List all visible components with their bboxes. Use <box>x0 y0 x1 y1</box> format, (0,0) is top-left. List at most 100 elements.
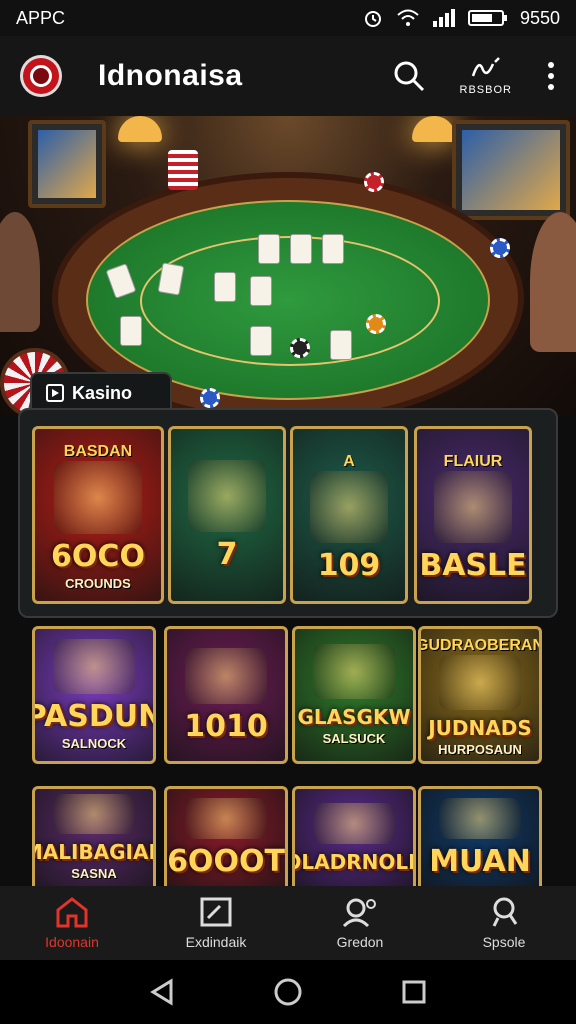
player-figure <box>530 212 576 352</box>
chip-icon <box>366 314 386 334</box>
card-icon <box>250 276 272 306</box>
featured-game-tile[interactable]: FLAIUR BASLE <box>414 426 532 604</box>
wifi-icon <box>397 9 419 26</box>
nav-spsole-label: Spsole <box>482 934 526 950</box>
nav-home[interactable]: Idoonain <box>0 886 144 960</box>
nav-gredon-label: Gredon <box>336 934 384 950</box>
app-title: Idnonaisa <box>98 59 243 92</box>
lamp-decor <box>118 116 162 142</box>
hero-casino-image <box>0 116 576 416</box>
card-icon <box>322 234 344 264</box>
tile-top-label: GUDRAOBERAN <box>418 636 542 654</box>
featured-game-tile[interactable]: BASDAN 6OCO CROUNDS <box>32 426 164 604</box>
system-navigation <box>0 960 576 1024</box>
game-tile[interactable]: PASDUNSALNOCK <box>32 626 156 764</box>
tile-subtitle: HURPOSAUN <box>438 742 522 758</box>
tile-title: 6OCO <box>51 538 145 574</box>
slot-machine-screen <box>28 120 106 208</box>
tile-title: 6OOOT <box>167 843 285 879</box>
game-artwork <box>52 638 136 695</box>
tile-top-label: A <box>343 452 355 470</box>
card-icon <box>258 234 280 264</box>
tile-subtitle: CROUNDS <box>65 575 131 591</box>
status-bar: APPC 9550 <box>0 0 576 36</box>
tile-title: 1010 <box>184 708 268 744</box>
slot-machine-screen <box>452 120 570 220</box>
brand-label: RBSBOR <box>459 84 512 96</box>
tile-title: 7 <box>216 537 238 573</box>
tile-top-label: BASDAN <box>63 443 133 461</box>
game-artwork <box>184 798 268 839</box>
chip-icon <box>490 238 510 258</box>
featured-game-tile[interactable]: A 109 <box>290 426 408 604</box>
game-artwork <box>312 803 396 844</box>
search-user-icon <box>492 897 518 927</box>
game-tile[interactable]: 1010 <box>164 626 288 764</box>
game-tile[interactable]: 6OOOT <box>164 786 288 886</box>
tile-top-label: FLAIUR <box>443 452 503 470</box>
user-search-icon <box>342 898 376 928</box>
status-time: 9550 <box>519 7 560 28</box>
game-tile[interactable]: MALIBAGIANSASNA <box>32 786 156 886</box>
play-icon <box>46 384 64 402</box>
chip-icon <box>364 172 384 192</box>
tile-title: MALIBAGIAN <box>35 840 153 865</box>
game-artwork <box>52 793 136 835</box>
tile-subtitle: SALNOCK <box>61 736 127 752</box>
nav-spsole[interactable]: Spsole <box>432 886 576 960</box>
game-artwork <box>438 654 522 711</box>
recents-icon[interactable] <box>401 979 427 1005</box>
tile-subtitle: SALSUCK <box>322 731 386 747</box>
nav-exdindaik[interactable]: Exdindaik <box>144 886 288 960</box>
game-tile[interactable]: OLADRNOLK <box>292 786 416 886</box>
featured-game-tile[interactable]: 7 <box>168 426 286 604</box>
more-button[interactable] <box>546 61 556 91</box>
game-artwork <box>312 643 396 700</box>
chip-icon <box>200 388 220 408</box>
player-figure <box>0 212 40 332</box>
tile-title: BASLE <box>419 548 527 584</box>
brand-button[interactable]: RBSBOR <box>460 56 512 96</box>
game-tile[interactable]: MUAN <box>418 786 542 886</box>
tile-title: OLADRNOLK <box>295 849 416 874</box>
nav-home-label: Idoonain <box>45 934 99 950</box>
game-artwork <box>187 459 267 533</box>
checkbox-icon <box>200 897 232 927</box>
search-button[interactable] <box>392 59 426 93</box>
game-artwork <box>184 648 268 704</box>
card-icon <box>214 272 236 302</box>
pen-signature-icon <box>471 57 500 77</box>
game-artwork <box>438 798 522 839</box>
home-circle-icon[interactable] <box>273 977 303 1007</box>
tile-title: 109 <box>317 548 381 584</box>
chip-stack-icon <box>168 150 198 190</box>
alarm-icon <box>364 11 381 27</box>
home-icon <box>56 897 88 928</box>
nav-exdindaik-label: Exdindaik <box>185 934 247 950</box>
battery-icon <box>467 10 507 26</box>
app-logo[interactable] <box>20 55 62 97</box>
tile-subtitle: SASNA <box>71 866 117 882</box>
more-vert-icon <box>548 62 554 90</box>
tab-kasino[interactable]: Kasino <box>30 372 172 412</box>
card-icon <box>250 326 272 356</box>
game-tile[interactable]: GUDRAOBERAN JUDNADS HURPOSAUN <box>418 626 542 764</box>
card-icon <box>120 316 142 346</box>
nav-gredon[interactable]: Gredon <box>288 886 432 960</box>
game-artwork <box>309 470 389 544</box>
game-tile[interactable]: GLASGKW SALSUCK <box>292 626 416 764</box>
tile-title: JUDNADS <box>428 716 532 741</box>
card-icon <box>290 234 312 264</box>
lamp-decor <box>412 116 456 142</box>
tile-title: MUAN <box>429 843 531 879</box>
chip-icon <box>290 338 310 358</box>
card-icon <box>330 330 352 360</box>
game-artwork <box>433 470 513 544</box>
bottom-navigation: Idoonain Exdindaik Gredon Spsole <box>0 886 576 960</box>
tab-kasino-label: Kasino <box>72 382 133 403</box>
tile-title: PASDUN <box>35 699 156 735</box>
back-icon[interactable] <box>149 978 175 1006</box>
tile-title: GLASGKW <box>297 705 411 730</box>
status-app-label: APPC <box>16 7 66 28</box>
app-bar: Idnonaisa RBSBOR <box>0 36 576 116</box>
